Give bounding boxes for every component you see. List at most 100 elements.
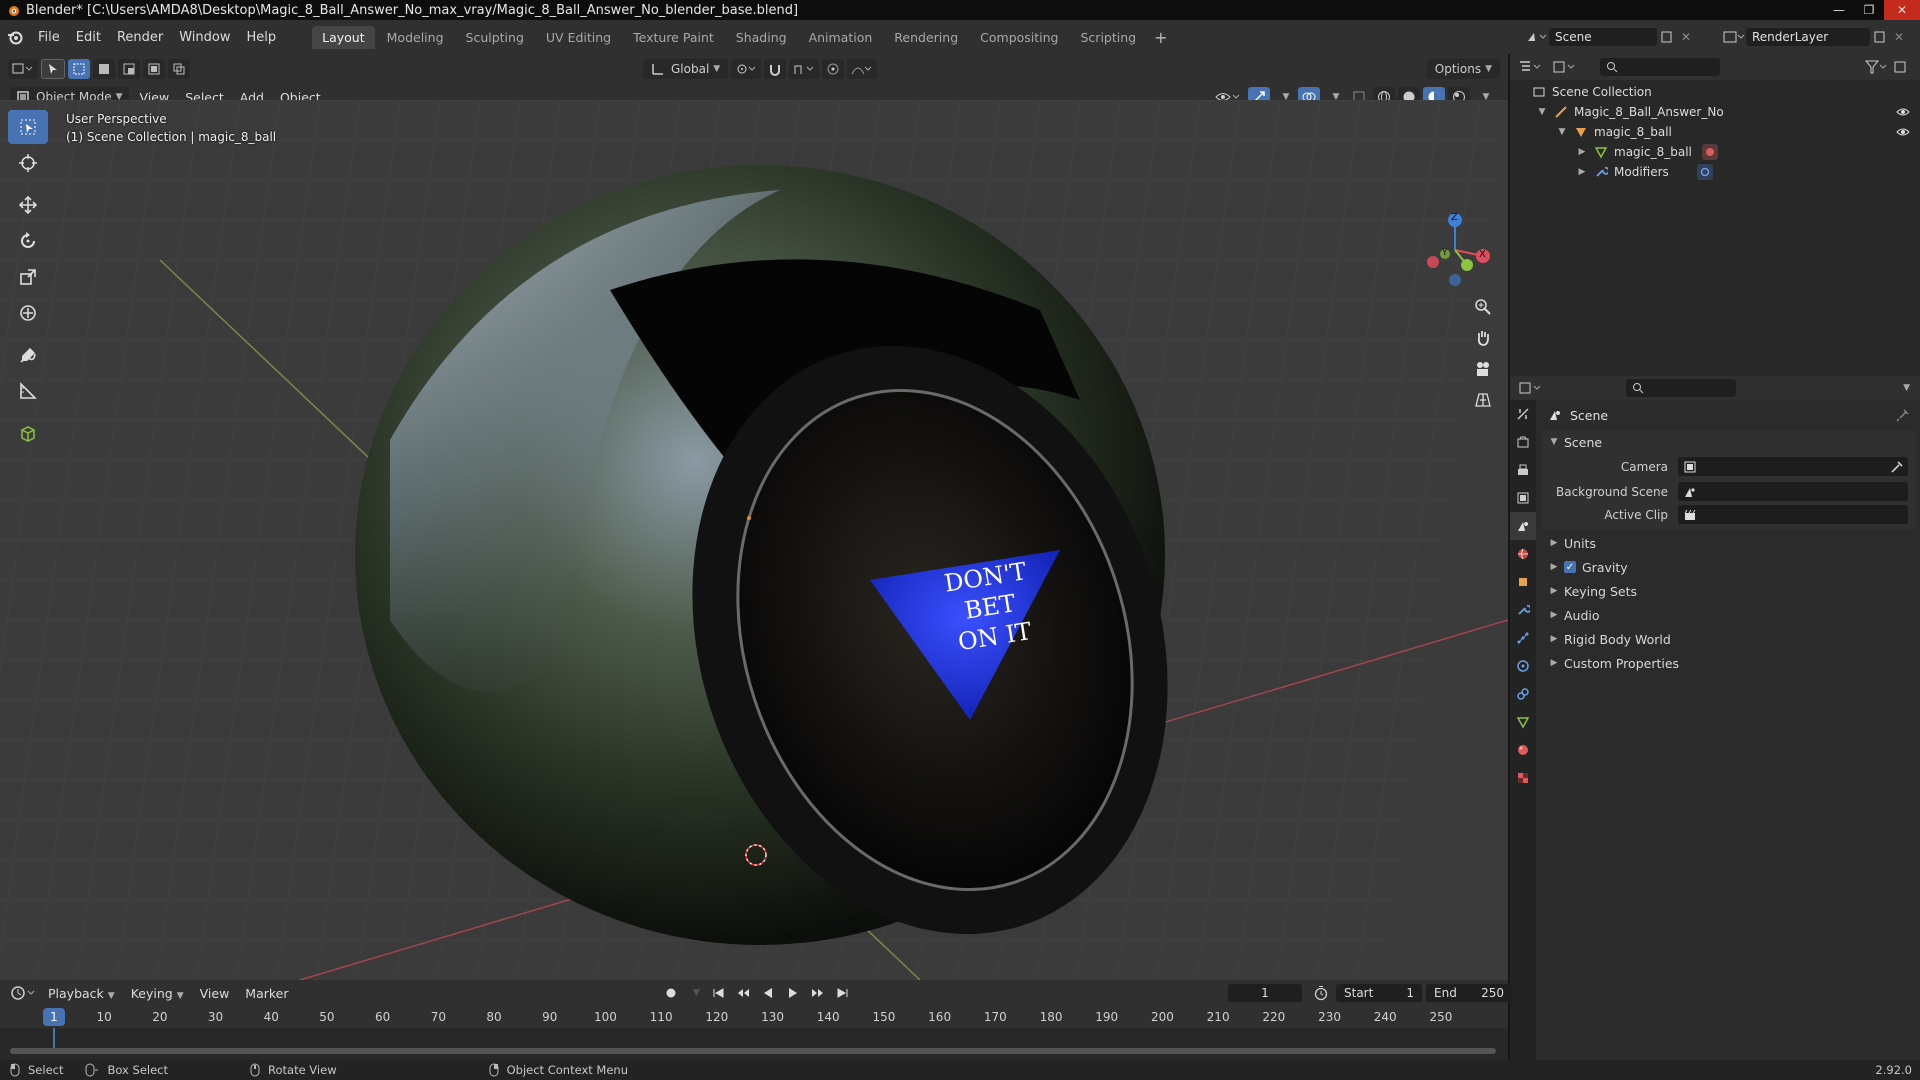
tab-sculpting[interactable]: Sculpting (456, 26, 534, 49)
pin-icon[interactable] (1896, 408, 1910, 422)
tab-animation[interactable]: Animation (799, 26, 883, 49)
properties-search-input[interactable] (1626, 379, 1736, 397)
select-mode-intersect-icon[interactable] (168, 59, 190, 79)
new-scene-icon[interactable] (1657, 29, 1677, 45)
transform-orientation-dropdown[interactable]: Global ▼ (643, 59, 729, 79)
delete-scene-icon[interactable]: ✕ (1677, 30, 1695, 44)
filter-icon[interactable] (1864, 59, 1892, 75)
options-dropdown[interactable]: Options ▼ (1426, 59, 1500, 79)
select-tool-icon[interactable] (41, 59, 65, 79)
constraints-tab-icon[interactable] (1510, 680, 1536, 708)
3d-viewport[interactable]: DON'T BET ON IT User Perspective (1) Sce… (0, 100, 1508, 980)
expand-triangle-icon[interactable]: ▶ (1548, 610, 1560, 620)
mesh-data-tab-icon[interactable] (1510, 708, 1536, 736)
render-tab-icon[interactable] (1510, 428, 1536, 456)
scene-selector[interactable]: Scene ✕ (1525, 25, 1715, 49)
expand-triangle-icon[interactable]: ▶ (1576, 147, 1588, 157)
eyedropper-icon[interactable] (1890, 460, 1904, 474)
background-scene-field[interactable] (1678, 482, 1908, 501)
play-reverse-icon[interactable] (757, 983, 779, 1003)
proportional-edit-icon[interactable] (822, 59, 845, 79)
tree-row-collection[interactable]: ▼ Magic_8_Ball_Answer_No (1510, 102, 1920, 122)
pivot-point-icon[interactable] (731, 59, 762, 79)
visibility-eye-icon[interactable] (1896, 106, 1910, 118)
end-frame-field[interactable]: End 250 (1426, 984, 1512, 1002)
rigid-body-world-panel[interactable]: ▶ Rigid Body World (1538, 627, 1920, 651)
tree-row-scene-collection[interactable]: Scene Collection (1510, 82, 1920, 102)
tab-compositing[interactable]: Compositing (970, 26, 1068, 49)
physics-tab-icon[interactable] (1510, 652, 1536, 680)
select-mode-new-icon[interactable] (68, 59, 90, 79)
menu-window[interactable]: Window (171, 30, 238, 45)
camera-field[interactable] (1678, 457, 1908, 476)
expand-triangle-icon[interactable]: ▼ (1536, 107, 1548, 117)
auto-key-dropdown-icon[interactable]: ▼ (685, 983, 704, 1003)
menu-keying[interactable]: Keying ▼ (123, 986, 192, 1001)
expand-triangle-icon[interactable]: ▼ (1548, 437, 1560, 447)
menu-file[interactable]: File (30, 30, 68, 45)
select-mode-subtract-icon[interactable] (118, 59, 140, 79)
world-tab-icon[interactable] (1510, 540, 1536, 568)
tree-row-modifiers[interactable]: ▶ Modifiers (1510, 162, 1920, 182)
play-icon[interactable] (782, 983, 804, 1003)
minimize-icon[interactable]: — (1824, 0, 1854, 20)
tab-modeling[interactable]: Modeling (377, 26, 454, 49)
annotate-tool-icon[interactable] (8, 338, 48, 372)
properties-editor-type-icon[interactable] (1518, 380, 1546, 396)
expand-triangle-icon[interactable]: ▶ (1548, 538, 1560, 548)
tab-layout[interactable]: Layout (312, 25, 375, 49)
cursor-tool-icon[interactable] (8, 146, 48, 180)
jump-end-icon[interactable] (832, 983, 854, 1003)
add-cube-tool-icon[interactable] (8, 416, 48, 450)
view-layer-tab-icon[interactable] (1510, 484, 1536, 512)
expand-triangle-icon[interactable]: ▶ (1576, 167, 1588, 177)
expand-triangle-icon[interactable]: ▶ (1548, 562, 1560, 572)
scale-tool-icon[interactable] (8, 260, 48, 294)
tree-row-object[interactable]: ▼ magic_8_ball (1510, 122, 1920, 142)
select-mode-extend-icon[interactable] (93, 59, 115, 79)
camera-view-icon[interactable] (1468, 354, 1498, 384)
restore-icon[interactable]: ❐ (1854, 0, 1884, 20)
current-frame-marker[interactable]: 1 (43, 1008, 65, 1026)
tool-tab-icon[interactable] (1510, 400, 1536, 428)
current-frame-field[interactable]: 1 (1228, 984, 1302, 1002)
timeline-ruler[interactable]: 1 10 20 30 40 50 60 70 80 90 100 110 120 130 140 150 16… (0, 1006, 1508, 1028)
outliner-search-input[interactable] (1600, 58, 1720, 76)
renderlayer-name-field[interactable]: RenderLayer (1746, 28, 1870, 46)
close-icon[interactable]: ✕ (1884, 0, 1920, 20)
modifier-badge-icon[interactable] (1696, 164, 1713, 180)
units-panel[interactable]: ▶ Units (1538, 531, 1920, 555)
visibility-eye-icon[interactable] (1896, 126, 1910, 138)
measure-tool-icon[interactable] (8, 374, 48, 408)
tab-texture-paint[interactable]: Texture Paint (623, 26, 724, 49)
expand-triangle-icon[interactable]: ▶ (1548, 658, 1560, 668)
modifier-tab-icon[interactable] (1510, 596, 1536, 624)
texture-tab-icon[interactable] (1510, 764, 1536, 792)
snap-toggle-icon[interactable] (764, 59, 787, 79)
snap-target-icon[interactable] (789, 59, 820, 79)
gravity-panel[interactable]: ▶ ✓ Gravity (1538, 555, 1920, 579)
select-box-tool-icon[interactable] (8, 110, 48, 144)
timeline-scrollbar[interactable] (10, 1048, 1496, 1054)
move-tool-icon[interactable] (8, 188, 48, 222)
pan-hand-icon[interactable] (1468, 323, 1498, 353)
tab-uv-editing[interactable]: UV Editing (536, 26, 621, 49)
particles-tab-icon[interactable] (1510, 624, 1536, 652)
menu-help[interactable]: Help (239, 30, 285, 45)
tab-rendering[interactable]: Rendering (884, 26, 968, 49)
delete-renderlayer-icon[interactable]: ✕ (1890, 30, 1908, 44)
blender-menu-icon[interactable] (0, 20, 30, 54)
proportional-falloff-icon[interactable] (847, 59, 878, 79)
tab-shading[interactable]: Shading (726, 26, 797, 49)
gravity-checkbox[interactable]: ✓ (1564, 561, 1576, 573)
outliner-editor-type-icon[interactable] (1518, 59, 1546, 75)
menu-edit[interactable]: Edit (68, 30, 109, 45)
new-renderlayer-icon[interactable] (1870, 29, 1890, 45)
tree-row-mesh-data[interactable]: ▶ magic_8_ball (1510, 142, 1920, 162)
expand-triangle-icon[interactable]: ▶ (1548, 586, 1560, 596)
timeline-editor-type-icon[interactable] (10, 985, 40, 1001)
keying-sets-panel[interactable]: ▶ Keying Sets (1538, 579, 1920, 603)
scene-name-field[interactable]: Scene (1549, 28, 1657, 46)
menu-marker[interactable]: Marker (237, 986, 296, 1001)
editor-type-icon[interactable] (8, 59, 38, 79)
